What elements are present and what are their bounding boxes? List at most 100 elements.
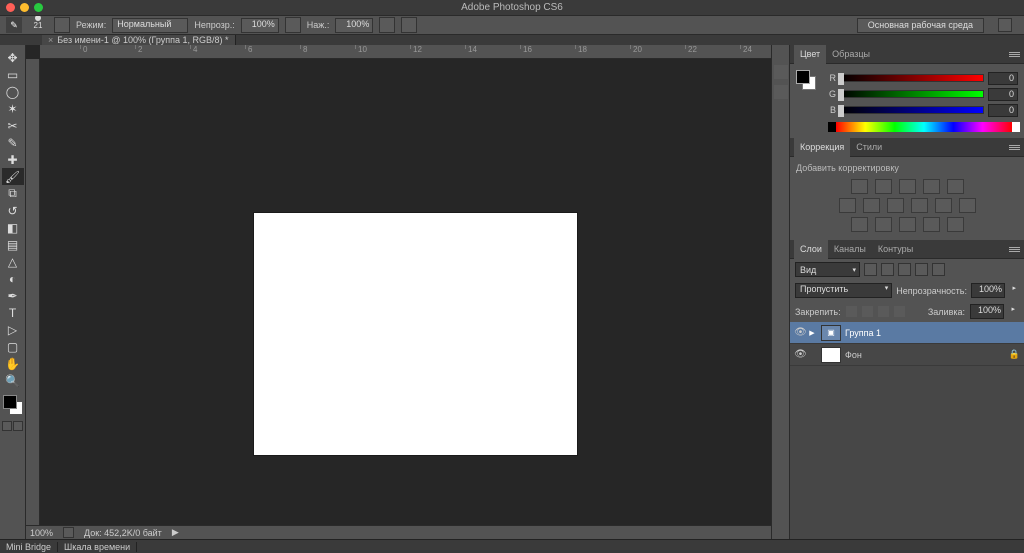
lock-trans-icon[interactable] bbox=[846, 306, 857, 317]
csf-icon[interactable] bbox=[998, 18, 1012, 32]
channel-value[interactable]: 0 bbox=[988, 104, 1018, 117]
slider-track[interactable] bbox=[840, 106, 984, 114]
layer-row[interactable]: 👁Фон🔒 bbox=[790, 344, 1024, 366]
bw-adjust-icon[interactable] bbox=[887, 198, 904, 213]
status-icon[interactable] bbox=[63, 527, 74, 538]
filter-shape-icon[interactable] bbox=[915, 263, 928, 276]
close-icon[interactable] bbox=[6, 3, 15, 12]
standard-mode[interactable] bbox=[2, 421, 12, 431]
maximize-icon[interactable] bbox=[34, 3, 43, 12]
zoom-tool[interactable]: 🔍 bbox=[2, 372, 24, 389]
filter-pixel-icon[interactable] bbox=[864, 263, 877, 276]
blend-mode-select[interactable]: Пропустить bbox=[795, 283, 892, 298]
tab-swatches[interactable]: Образцы bbox=[826, 45, 876, 64]
pressure-size-toggle[interactable] bbox=[401, 17, 417, 33]
quick-select-tool[interactable]: ✶ bbox=[2, 100, 24, 117]
status-arrow-icon[interactable]: ▶ bbox=[172, 527, 179, 538]
properties-panel-icon[interactable] bbox=[774, 85, 788, 99]
panel-menu-icon[interactable] bbox=[1009, 244, 1020, 255]
photofilter-adjust-icon[interactable] bbox=[911, 198, 928, 213]
fg-color-icon[interactable] bbox=[796, 70, 810, 84]
flow-input[interactable]: 100% bbox=[335, 18, 373, 33]
ruler-horizontal[interactable]: 024681012141618202224 bbox=[40, 45, 771, 59]
poster-adjust-icon[interactable] bbox=[875, 217, 892, 232]
current-tool-icon[interactable]: ✎ bbox=[6, 17, 22, 33]
blend-mode-select[interactable]: Нормальный bbox=[112, 18, 188, 33]
gradmap-adjust-icon[interactable] bbox=[923, 217, 940, 232]
slider-track[interactable] bbox=[840, 90, 984, 98]
filter-type-icon[interactable] bbox=[898, 263, 911, 276]
spectrum-ramp[interactable] bbox=[836, 122, 1012, 132]
type-tool[interactable]: T bbox=[2, 304, 24, 321]
filter-adjust-icon[interactable] bbox=[881, 263, 894, 276]
selcolor-adjust-icon[interactable] bbox=[947, 217, 964, 232]
brush-panel-toggle[interactable] bbox=[54, 17, 70, 33]
gradient-tool[interactable]: ▤ bbox=[2, 236, 24, 253]
tab-mini-bridge[interactable]: Mini Bridge bbox=[0, 542, 58, 552]
document-tab[interactable]: × Без имени-1 @ 100% (Группа 1, RGB/8) * bbox=[42, 35, 236, 45]
brightness-adjust-icon[interactable] bbox=[851, 179, 868, 194]
brush-tool[interactable]: 🖌 bbox=[2, 168, 24, 185]
tab-adjustments[interactable]: Коррекция bbox=[794, 138, 850, 157]
move-tool[interactable]: ✥ bbox=[2, 49, 24, 66]
channel-value[interactable]: 0 bbox=[988, 88, 1018, 101]
slider-thumb[interactable] bbox=[838, 89, 844, 101]
pressure-opacity-toggle[interactable] bbox=[285, 17, 301, 33]
minimize-icon[interactable] bbox=[20, 3, 29, 12]
history-panel-icon[interactable] bbox=[774, 65, 788, 79]
marquee-tool[interactable]: ▭ bbox=[2, 66, 24, 83]
lock-pos-icon[interactable] bbox=[878, 306, 889, 317]
tab-channels[interactable]: Каналы bbox=[828, 240, 872, 259]
tab-timeline[interactable]: Шкала времени bbox=[58, 542, 137, 552]
eyedropper-tool[interactable]: ✎ bbox=[2, 134, 24, 151]
mixer-adjust-icon[interactable] bbox=[935, 198, 952, 213]
quickmask-mode[interactable] bbox=[13, 421, 23, 431]
layer-opacity-input[interactable]: 100% bbox=[971, 283, 1005, 298]
threshold-adjust-icon[interactable] bbox=[899, 217, 916, 232]
panel-menu-icon[interactable] bbox=[1009, 142, 1020, 153]
panel-menu-icon[interactable] bbox=[1009, 49, 1020, 60]
dodge-tool[interactable]: ◐ bbox=[2, 270, 24, 287]
layer-row[interactable]: 👁▶▣Группа 1 bbox=[790, 322, 1024, 344]
visibility-icon[interactable]: 👁 bbox=[794, 326, 807, 339]
vibrance-adjust-icon[interactable] bbox=[947, 179, 964, 194]
colorbal-adjust-icon[interactable] bbox=[863, 198, 880, 213]
close-doc-icon[interactable]: × bbox=[48, 35, 53, 45]
pen-tool[interactable]: ✒ bbox=[2, 287, 24, 304]
path-select-tool[interactable]: ▷ bbox=[2, 321, 24, 338]
blur-tool[interactable]: △ bbox=[2, 253, 24, 270]
layer-name[interactable]: Группа 1 bbox=[845, 328, 881, 338]
lock-image-icon[interactable] bbox=[862, 306, 873, 317]
channel-value[interactable]: 0 bbox=[988, 72, 1018, 85]
ruler-vertical[interactable] bbox=[26, 59, 40, 539]
tab-layers[interactable]: Слои bbox=[794, 240, 828, 259]
slider-thumb[interactable] bbox=[838, 105, 844, 117]
visibility-icon[interactable]: 👁 bbox=[794, 348, 807, 361]
levels-adjust-icon[interactable] bbox=[875, 179, 892, 194]
slider-track[interactable] bbox=[840, 74, 984, 82]
filter-smart-icon[interactable] bbox=[932, 263, 945, 276]
tab-color[interactable]: Цвет bbox=[794, 45, 826, 64]
shape-tool[interactable]: ▢ bbox=[2, 338, 24, 355]
crop-tool[interactable]: ✂ bbox=[2, 117, 24, 134]
opacity-input[interactable]: 100% bbox=[241, 18, 279, 33]
lookup-adjust-icon[interactable] bbox=[959, 198, 976, 213]
curves-adjust-icon[interactable] bbox=[899, 179, 916, 194]
history-brush-tool[interactable]: ↺ bbox=[2, 202, 24, 219]
tab-styles[interactable]: Стили bbox=[850, 138, 888, 157]
invert-adjust-icon[interactable] bbox=[851, 217, 868, 232]
workspace-switcher[interactable]: Основная рабочая среда bbox=[857, 18, 984, 33]
exposure-adjust-icon[interactable] bbox=[923, 179, 940, 194]
airbrush-toggle[interactable] bbox=[379, 17, 395, 33]
current-colors[interactable] bbox=[796, 70, 816, 90]
eraser-tool[interactable]: ◧ bbox=[2, 219, 24, 236]
color-swatches[interactable] bbox=[3, 395, 23, 415]
hand-tool[interactable]: ✋ bbox=[2, 355, 24, 372]
lock-all-icon[interactable] bbox=[894, 306, 905, 317]
lasso-tool[interactable]: ◯ bbox=[2, 83, 24, 100]
tab-paths[interactable]: Контуры bbox=[872, 240, 919, 259]
layer-fill-input[interactable]: 100% bbox=[970, 304, 1004, 319]
expand-icon[interactable]: ▶ bbox=[807, 329, 817, 337]
slider-thumb[interactable] bbox=[838, 73, 844, 85]
stamp-tool[interactable]: ⧉ bbox=[2, 185, 24, 202]
